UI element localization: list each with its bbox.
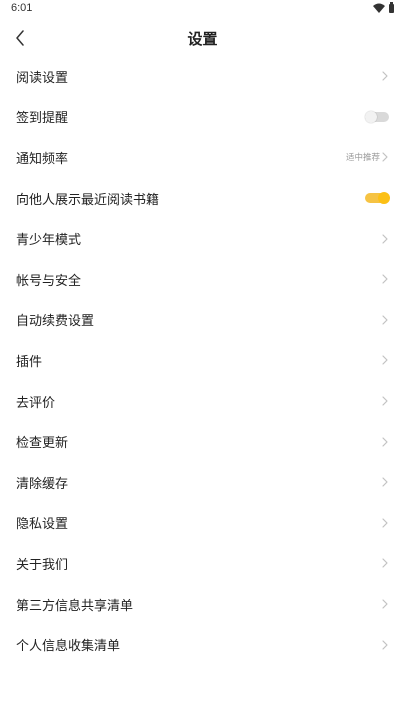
chevron-right-icon	[382, 355, 388, 366]
setting-personal-info-collection-list[interactable]: 个人信息收集清单	[0, 624, 405, 665]
chevron-right-icon	[382, 396, 388, 406]
toggle-knob	[378, 192, 390, 205]
setting-label: 签到提醒	[16, 111, 69, 127]
chevron-right-icon	[382, 599, 388, 609]
toggle-knob	[365, 110, 377, 123]
setting-checkin-reminder: 签到提醒	[0, 97, 405, 138]
setting-clear-cache[interactable]: 清除缓存	[0, 462, 405, 503]
setting-third-party-sharing-list[interactable]: 第三方信息共享清单	[0, 584, 405, 625]
setting-label: 向他人展示最近阅读书籍	[16, 192, 160, 208]
setting-label: 检查更新	[16, 436, 69, 452]
setting-label: 插件	[16, 354, 43, 370]
setting-value: 适中推荐	[345, 153, 380, 164]
setting-teen-mode[interactable]: 青少年模式	[0, 218, 405, 259]
status-time: 6:01	[11, 2, 33, 14]
setting-label: 通知频率	[16, 151, 69, 167]
setting-label: 去评价	[16, 395, 56, 411]
chevron-right-icon	[382, 71, 388, 81]
setting-plugins[interactable]: 插件	[0, 340, 405, 381]
settings-list: 阅读设置 签到提醒 通知频率 适中推荐 向他人展示最近阅读书籍 青少年模式 帐号…	[0, 56, 405, 665]
setting-label: 帐号与安全	[16, 273, 82, 289]
nav-bar: 设置	[0, 20, 405, 56]
chevron-right-icon	[382, 518, 388, 528]
setting-reading[interactable]: 阅读设置	[0, 56, 405, 97]
page-title: 设置	[187, 30, 218, 48]
setting-check-updates[interactable]: 检查更新	[0, 421, 405, 462]
chevron-right-icon	[382, 274, 388, 284]
setting-label: 第三方信息共享清单	[16, 598, 134, 614]
setting-label: 隐私设置	[16, 517, 69, 533]
setting-about-us[interactable]: 关于我们	[0, 543, 405, 584]
setting-rate-app[interactable]: 去评价	[0, 381, 405, 422]
chevron-right-icon	[382, 437, 388, 447]
setting-label: 关于我们	[16, 557, 69, 573]
setting-account-security[interactable]: 帐号与安全	[0, 259, 405, 300]
status-bar: 6:01	[0, 0, 405, 20]
chevron-right-icon	[382, 640, 388, 650]
setting-label: 清除缓存	[16, 476, 69, 492]
show-recent-books-toggle[interactable]	[365, 192, 390, 205]
setting-auto-renewal[interactable]: 自动续费设置	[0, 300, 405, 341]
setting-label: 个人信息收集清单	[16, 639, 121, 655]
chevron-right-icon	[382, 315, 388, 325]
chevron-right-icon	[382, 152, 388, 163]
wifi-icon	[373, 3, 385, 13]
checkin-reminder-toggle[interactable]	[365, 110, 389, 123]
setting-label: 青少年模式	[16, 233, 82, 249]
chevron-right-icon	[382, 234, 388, 244]
setting-notification-frequency[interactable]: 通知频率 适中推荐	[0, 137, 405, 178]
setting-show-recent-books: 向他人展示最近阅读书籍	[0, 178, 405, 219]
chevron-right-icon	[382, 477, 388, 487]
setting-label: 阅读设置	[16, 70, 69, 86]
status-icons	[373, 1, 394, 13]
setting-privacy[interactable]: 隐私设置	[0, 503, 405, 544]
setting-label: 自动续费设置	[16, 314, 95, 330]
chevron-right-icon	[382, 558, 388, 569]
battery-icon	[389, 1, 394, 13]
